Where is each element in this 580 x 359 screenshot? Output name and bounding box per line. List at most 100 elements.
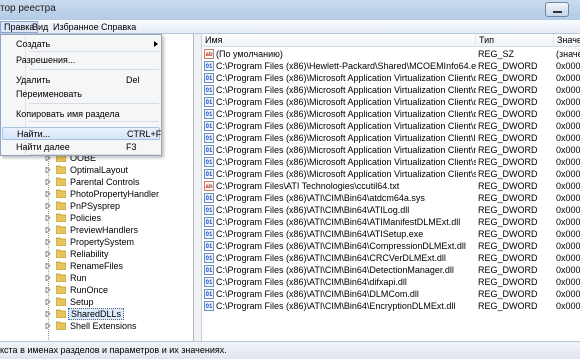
value-name: C:\Program Files (x86)\Microsoft Applica… [216, 85, 476, 95]
list-row[interactable]: 01 C:\Program Files (x86)\Microsoft Appli… [202, 96, 580, 108]
binary-value-icon: 01 [204, 253, 214, 263]
menu-item-delete[interactable]: Удалить Del [2, 74, 160, 87]
folder-icon [55, 249, 67, 259]
value-type: REG_DWORD [478, 73, 538, 83]
list-row[interactable]: 01 C:\Program Files (x86)\ATI\CIM\Bin64\A… [202, 216, 580, 228]
expand-arrow-icon[interactable] [45, 275, 51, 281]
value-name: C:\Program Files (x86)\Microsoft Applica… [216, 73, 476, 83]
tree-item-label: Parental Controls [70, 177, 140, 187]
tree-item-label: RunOnce [70, 285, 109, 295]
list-row[interactable]: 01 C:\Program Files (x86)\ATI\CIM\Bin64\A… [202, 228, 580, 240]
folder-icon [55, 285, 67, 295]
tree-item[interactable]: RunOnce [0, 284, 193, 296]
column-type[interactable]: Тип [476, 34, 554, 47]
expand-arrow-icon[interactable] [45, 323, 51, 329]
list-row[interactable]: 01 C:\Program Files (x86)\Microsoft Appli… [202, 84, 580, 96]
list-row[interactable]: 01 C:\Program Files (x86)\ATI\CIM\Bin64\D… [202, 264, 580, 276]
value-type: REG_DWORD [478, 241, 538, 251]
tree-item[interactable]: Parental Controls [0, 176, 193, 188]
menu-item-permissions[interactable]: Разрешения... [2, 54, 160, 67]
menu-item-label: Удалить [16, 75, 51, 85]
value-type: REG_DWORD [478, 265, 538, 275]
list-row[interactable]: 01 C:\Program Files (x86)\ATI\CIM\Bin64\A… [202, 204, 580, 216]
expand-arrow-icon[interactable] [45, 227, 51, 233]
column-name[interactable]: Имя [202, 34, 476, 47]
menu-item-copy-key-name[interactable]: Копировать имя раздела [2, 108, 160, 121]
list-row[interactable]: 01 C:\Program Files (x86)\Microsoft Appli… [202, 132, 580, 144]
tree-item[interactable]: Policies [0, 212, 193, 224]
menu-item-create[interactable]: Создать [2, 38, 160, 51]
value-name: C:\Program Files (x86)\ATI\CIM\Bin64\Det… [216, 265, 454, 275]
expand-arrow-icon[interactable] [45, 251, 51, 257]
menu-help[interactable]: Справка [98, 21, 139, 33]
menu-item-find-next[interactable]: Найти далее F3 [2, 141, 160, 154]
value-type: REG_DWORD [478, 61, 538, 71]
folder-icon [55, 177, 67, 187]
list-row[interactable]: 01 C:\Program Files (x86)\ATI\CIM\Bin64\C… [202, 252, 580, 264]
column-value[interactable]: Значен [554, 34, 580, 47]
list-row[interactable]: 01 C:\Program Files (x86)\Microsoft Appli… [202, 108, 580, 120]
list-row[interactable]: 01 C:\Program Files (x86)\ATI\CIM\Bin64\D… [202, 288, 580, 300]
tree-item[interactable]: Shell Extensions [0, 320, 193, 332]
expand-arrow-icon[interactable] [45, 263, 51, 269]
binary-value-icon: 01 [204, 73, 214, 83]
folder-icon [55, 273, 67, 283]
list-row[interactable]: 01 C:\Program Files (x86)\Microsoft Appli… [202, 120, 580, 132]
list-row[interactable]: 01 C:\Program Files (x86)\Microsoft Appli… [202, 144, 580, 156]
expand-arrow-icon[interactable] [45, 215, 51, 221]
window-title: тор реестра [0, 3, 56, 14]
minimize-button[interactable] [545, 2, 569, 17]
list-row[interactable]: 01 C:\Program Files (x86)\ATI\CIM\Bin64\d… [202, 276, 580, 288]
list-row[interactable]: 01 C:\Program Files (x86)\Hewlett-Packard… [202, 60, 580, 72]
menu-item-find[interactable]: Найти... CTRL+F [2, 127, 161, 140]
binary-value-icon: 01 [204, 289, 214, 299]
value-name: C:\Program Files (x86)\ATI\CIM\Bin64\ATI… [216, 229, 424, 239]
tree-item[interactable]: Setup [0, 296, 193, 308]
menu-item-shortcut: Del [126, 75, 140, 85]
expand-arrow-icon[interactable] [45, 287, 51, 293]
list-row[interactable]: ab C:\Program Files\ATI Technologies\ccut… [202, 180, 580, 192]
tree-item[interactable]: PnPSysprep [0, 200, 193, 212]
list-row[interactable]: 01 C:\Program Files (x86)\ATI\CIM\Bin64\C… [202, 240, 580, 252]
value-type: REG_DWORD [478, 121, 538, 131]
value-data: 0x0000 [556, 289, 580, 299]
expand-arrow-icon[interactable] [45, 167, 51, 173]
value-name: C:\Program Files (x86)\Microsoft Applica… [216, 169, 476, 179]
expand-arrow-icon[interactable] [45, 239, 51, 245]
list-row[interactable]: 01 C:\Program Files (x86)\Microsoft Appli… [202, 72, 580, 84]
tree-item-label: OptimalLayout [70, 165, 129, 175]
value-data: 0x0000 [556, 145, 580, 155]
tree-item[interactable]: PhotoPropertyHandler [0, 188, 193, 200]
list-row[interactable]: 01 C:\Program Files (x86)\Microsoft Appli… [202, 168, 580, 180]
tree-item[interactable]: SharedDLLs [0, 308, 193, 320]
binary-value-icon: 01 [204, 109, 214, 119]
value-name: C:\Program Files (x86)\ATI\CIM\Bin64\Enc… [216, 301, 456, 311]
tree-item[interactable]: RenameFiles [0, 260, 193, 272]
tree-item[interactable]: OptimalLayout [0, 164, 193, 176]
string-value-icon: ab [204, 49, 214, 59]
menu-separator [29, 121, 159, 122]
folder-icon [55, 237, 67, 247]
expand-arrow-icon[interactable] [45, 203, 51, 209]
tree-item-label: SharedDLLs [68, 308, 125, 320]
value-name: C:\Program Files (x86)\Microsoft Applica… [216, 121, 476, 131]
menu-item-shortcut: F3 [126, 142, 137, 152]
tree-item[interactable]: PreviewHandlers [0, 224, 193, 236]
menu-view[interactable]: Вид [29, 21, 51, 33]
list-row[interactable]: ab(По умолчанию) REG_SZ (значен [202, 48, 580, 60]
expand-arrow-icon[interactable] [45, 311, 51, 317]
menu-item-rename[interactable]: Переименовать [2, 88, 160, 101]
status-bar: кста в именах разделов и параметров и их… [0, 341, 580, 359]
tree-item[interactable]: Run [0, 272, 193, 284]
list-row[interactable]: 01 C:\Program Files (x86)\Microsoft Appli… [202, 156, 580, 168]
values-list[interactable]: Имя Тип Значен ab(По умолчанию)REG_SZ(зн… [202, 34, 580, 341]
expand-arrow-icon[interactable] [45, 299, 51, 305]
expand-arrow-icon[interactable] [45, 179, 51, 185]
menu-favorites[interactable]: Избранное [50, 21, 102, 33]
tree-item[interactable]: Reliability [0, 248, 193, 260]
list-row[interactable]: 01 C:\Program Files (x86)\ATI\CIM\Bin64\a… [202, 192, 580, 204]
expand-arrow-icon[interactable] [45, 191, 51, 197]
pane-splitter[interactable] [194, 34, 202, 341]
list-row[interactable]: 01 C:\Program Files (x86)\ATI\CIM\Bin64\E… [202, 300, 580, 312]
tree-item[interactable]: PropertySystem [0, 236, 193, 248]
